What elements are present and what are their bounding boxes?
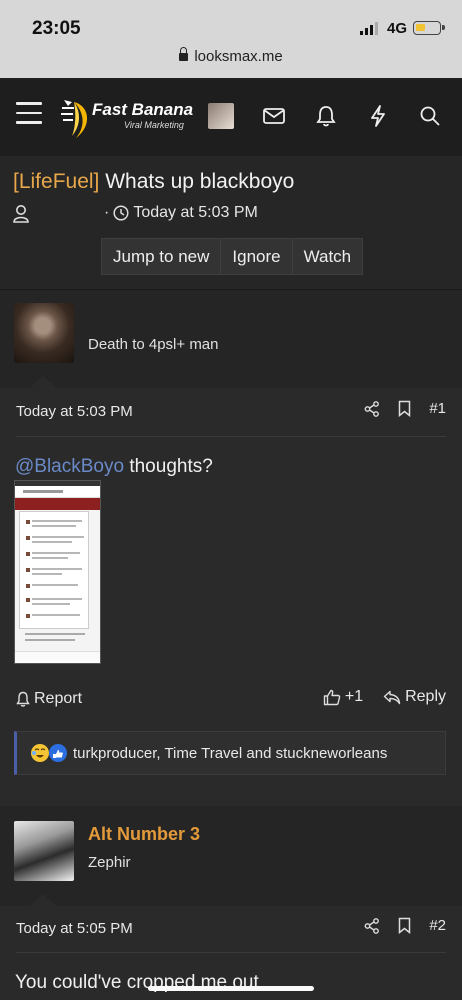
home-indicator[interactable] — [148, 986, 314, 991]
avatar[interactable] — [14, 821, 74, 881]
avatar[interactable] — [14, 303, 74, 363]
post-date[interactable]: Today at 5:05 PM — [16, 920, 133, 937]
post-username[interactable]: Alt Number 3 — [88, 824, 200, 845]
post-text: @BlackBoyo thoughts? — [15, 456, 213, 478]
thread-title: [LifeFuel] Whats up blackboyo — [13, 170, 294, 194]
user-icon — [13, 205, 29, 223]
attached-screenshot-image[interactable] — [14, 480, 101, 664]
reactions-text: turkproducer, Time Travel and stucknewor… — [73, 745, 388, 762]
search-icon[interactable] — [418, 103, 442, 129]
reply-icon — [383, 690, 401, 704]
divider — [16, 952, 446, 953]
battery-icon — [413, 21, 445, 35]
bell-icon[interactable] — [314, 103, 338, 129]
site-logo[interactable]: Fast Banana Viral Marketing — [60, 92, 194, 142]
user-mention-link[interactable]: @BlackBoyo — [15, 456, 124, 477]
thread-date-text: Today at 5:03 PM — [133, 204, 258, 221]
bolt-icon[interactable] — [366, 103, 390, 129]
reaction-emoji-icons — [31, 744, 67, 762]
lock-icon — [179, 47, 189, 61]
bookmark-icon[interactable] — [398, 400, 411, 417]
post-number[interactable]: #2 — [429, 917, 446, 934]
post-text-content: thoughts? — [124, 456, 213, 477]
thread-actions: Jump to new Ignore Watch — [101, 238, 364, 275]
report-button[interactable]: Report — [16, 690, 82, 708]
reply-label: Reply — [405, 688, 446, 705]
logo-tagline: Viral Marketing — [124, 120, 184, 130]
mail-icon[interactable] — [262, 103, 286, 129]
address-bar[interactable]: looksmax.me — [0, 47, 462, 65]
post-notch — [30, 376, 56, 388]
jump-to-new-button[interactable]: Jump to new — [101, 238, 222, 275]
user-title: Zephir — [88, 854, 131, 871]
like-button[interactable]: +1 — [323, 688, 363, 706]
share-icon[interactable] — [364, 400, 380, 417]
thread-title-text: Whats up blackboyo — [105, 170, 295, 193]
like-count: +1 — [344, 688, 364, 705]
post-meta: Today at 5:05 PM #2 — [16, 917, 446, 943]
bookmark-icon[interactable] — [398, 917, 411, 934]
logo-name: Fast Banana — [92, 100, 194, 119]
watch-button[interactable]: Watch — [291, 238, 364, 275]
banana-logo-icon — [61, 100, 88, 138]
reactions-bar[interactable]: turkproducer, Time Travel and stucknewor… — [14, 731, 446, 775]
thumbs-up-icon — [323, 689, 341, 705]
post-meta: Today at 5:03 PM #1 — [16, 400, 446, 426]
clock-icon — [113, 205, 129, 221]
user-title: Death to 4psl+ man — [88, 336, 219, 353]
menu-icon[interactable] — [16, 102, 42, 124]
thread-meta: · Today at 5:03 PM — [12, 204, 452, 226]
thread-prefix: [LifeFuel] — [13, 170, 100, 193]
post-footer: Report +1 Reply — [16, 688, 446, 714]
reply-button[interactable]: Reply — [383, 688, 446, 706]
post-1-user-block: Death to 4psl+ man — [0, 290, 462, 388]
divider — [16, 436, 446, 437]
bell-icon — [16, 691, 30, 707]
signal-icon — [360, 22, 378, 35]
share-icon[interactable] — [364, 917, 380, 934]
network-label: 4G — [387, 20, 408, 37]
report-label: Report — [34, 690, 83, 707]
status-time: 23:05 — [32, 18, 81, 39]
url-text: looksmax.me — [194, 48, 283, 65]
thread-date: · Today at 5:03 PM — [104, 204, 258, 221]
status-bar: 23:05 4G looksmax.me — [0, 0, 462, 78]
user-avatar-button[interactable] — [208, 103, 234, 129]
post-2-user-block: Alt Number 3 Zephir — [0, 806, 462, 906]
post-notch — [30, 894, 56, 906]
post-date[interactable]: Today at 5:03 PM — [16, 403, 133, 420]
ignore-button[interactable]: Ignore — [220, 238, 293, 275]
post-number[interactable]: #1 — [429, 400, 446, 417]
thread-header: [LifeFuel] Whats up blackboyo · Today at… — [0, 156, 462, 290]
